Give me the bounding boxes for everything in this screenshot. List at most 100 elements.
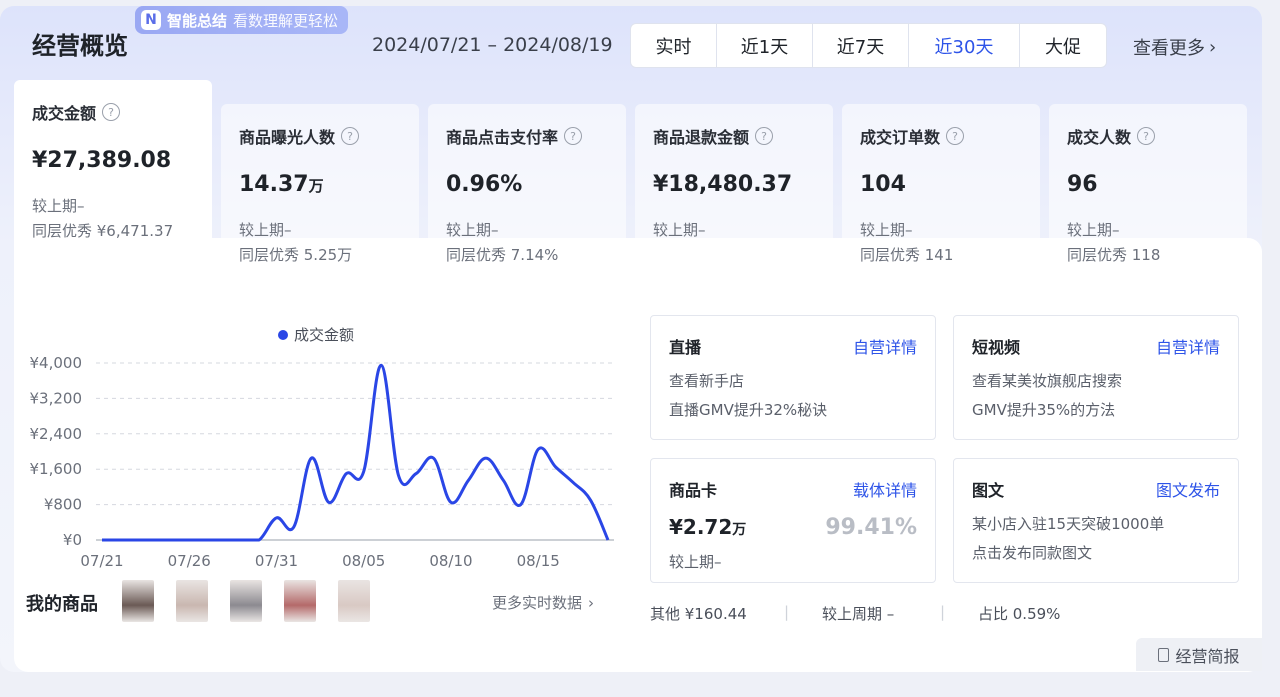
help-icon[interactable]: ? (102, 103, 121, 121)
kpi-compare: 较上期– (446, 221, 499, 239)
tab-1-day[interactable]: 近1天 (717, 24, 813, 67)
kpi-card-refund[interactable]: 商品退款金额? ¥18,480.37 较上期– (635, 104, 833, 274)
kpi-card-orders[interactable]: 成交订单数? 104 较上期– 同层优秀 141 (842, 104, 1040, 274)
kpi-benchmark: 同层优秀 ¥6,471.37 (32, 222, 174, 240)
ai-icon: N (141, 10, 161, 30)
y-tick-label: ¥2,400 (30, 425, 83, 443)
ai-summary-subtitle: 看数理解更轻松 (233, 11, 339, 30)
product-thumbnail[interactable] (176, 580, 208, 622)
card-compare: 较上期– (669, 553, 722, 571)
card-short-video[interactable]: 短视频 自营详情 查看某美妆旗舰店搜索 GMV提升35%的方法 (953, 315, 1239, 440)
x-tick-label: 08/10 (429, 552, 472, 570)
x-tick-label: 07/21 (80, 552, 123, 570)
chevron-right-icon: › (588, 593, 595, 612)
card-line: 查看某美妆旗舰店搜索 (972, 372, 1123, 390)
card-link[interactable]: 载体详情 (853, 477, 917, 501)
kpi-card-gmv[interactable]: 成交金额? ¥27,389.08 较上期– 同层优秀 ¥6,471.37 (14, 80, 212, 274)
kpi-compare: 较上期– (32, 197, 85, 215)
more-realtime-link[interactable]: 更多实时数据 › (492, 592, 594, 613)
help-icon[interactable]: ? (755, 127, 774, 145)
kpi-label: 商品曝光人数 (239, 128, 336, 147)
business-report-label: 经营简报 (1175, 646, 1240, 666)
card-line: 某小店入驻15天突破1000单 (972, 515, 1165, 533)
card-unit: 万 (732, 522, 747, 538)
page-title: 经营概览 (32, 32, 128, 60)
y-tick-label: ¥0 (63, 531, 82, 549)
help-icon[interactable]: ? (1137, 127, 1156, 145)
x-tick-label: 07/31 (255, 552, 298, 570)
see-more-link[interactable]: 查看更多 › (1133, 34, 1216, 60)
range-tabs: 实时 近1天 近7天 近30天 大促 (630, 23, 1107, 68)
other-amount: 其他 ¥160.44 (650, 605, 747, 623)
card-line: 查看新手店 (669, 372, 745, 390)
kpi-compare: 较上期– (653, 221, 706, 239)
card-live[interactable]: 直播 自营详情 查看新手店 直播GMV提升32%秘诀 (650, 315, 936, 440)
kpi-compare: 较上期– (239, 221, 292, 239)
business-report-button[interactable]: 经营简报 (1136, 638, 1262, 671)
tab-promotion[interactable]: 大促 (1020, 24, 1106, 67)
y-tick-label: ¥4,000 (30, 354, 83, 372)
legend-dot-icon (278, 329, 288, 340)
kpi-value: ¥27,389.08 (32, 148, 172, 173)
kpi-value: ¥18,480.37 (653, 172, 793, 197)
product-thumbnail[interactable] (122, 580, 154, 622)
y-tick-label: ¥3,200 (30, 389, 83, 407)
product-thumbnails (122, 580, 370, 622)
kpi-benchmark: 同层优秀 5.25万 (239, 246, 353, 264)
legend-label: 成交金额 (294, 326, 355, 344)
card-product-card[interactable]: 商品卡 载体详情 ¥2.72万 99.41% 较上期– (650, 458, 936, 583)
more-realtime-label: 更多实时数据 (492, 594, 583, 612)
tab-7-days[interactable]: 近7天 (813, 24, 909, 67)
card-line: GMV提升35%的方法 (972, 401, 1116, 419)
kpi-benchmark: 同层优秀 141 (860, 246, 954, 264)
ai-summary-badge[interactable]: N 智能总结 看数理解更轻松 (135, 6, 349, 34)
help-icon[interactable]: ? (564, 127, 583, 145)
series-line-gmv[interactable] (101, 363, 610, 542)
kpi-label: 商品退款金额 (653, 128, 750, 147)
kpi-value: 0.96% (446, 172, 523, 197)
kpi-label: 成交人数 (1067, 128, 1132, 147)
kpi-value: 104 (860, 172, 906, 197)
product-thumbnail[interactable] (230, 580, 262, 622)
kpi-benchmark: 同层优秀 7.14% (446, 246, 559, 264)
kpi-label: 成交订单数 (860, 128, 941, 147)
kpi-card-exposure[interactable]: 商品曝光人数? 14.37万 较上期– 同层优秀 5.25万 (221, 104, 419, 274)
x-tick-label: 07/26 (168, 552, 211, 570)
document-icon (1158, 647, 1170, 662)
kpi-value: 14.37 (239, 172, 309, 197)
chart-legend[interactable]: 成交金额 (278, 324, 354, 345)
card-link[interactable]: 自营详情 (1156, 334, 1220, 358)
kpi-label: 商品点击支付率 (446, 128, 559, 147)
card-line: 点击发布同款图文 (972, 544, 1093, 562)
y-tick-label: ¥800 (44, 496, 82, 514)
kpi-compare: 较上期– (860, 221, 913, 239)
card-graphic[interactable]: 图文 图文发布 某小店入驻15天突破1000单 点击发布同款图文 (953, 458, 1239, 583)
card-percent: 99.41% (825, 515, 917, 540)
kpi-card-buyers[interactable]: 成交人数? 96 较上期– 同层优秀 118 (1049, 104, 1247, 274)
tab-30-days[interactable]: 近30天 (909, 24, 1020, 67)
card-link[interactable]: 图文发布 (1156, 477, 1220, 501)
kpi-unit: 万 (308, 177, 324, 195)
x-tick-label: 08/05 (342, 552, 385, 570)
separator: | (784, 603, 790, 621)
kpi-card-click-pay-rate[interactable]: 商品点击支付率? 0.96% 较上期– 同层优秀 7.14% (428, 104, 626, 274)
other-compare: 较上周期 – (822, 605, 895, 623)
kpi-label: 成交金额 (32, 104, 97, 123)
card-line: 直播GMV提升32%秘诀 (669, 401, 828, 419)
tab-realtime[interactable]: 实时 (631, 24, 717, 67)
gmv-line-chart: ¥0 ¥800 ¥1,600 ¥2,400 ¥3,200 ¥4,000 07/21 07/26… (30, 354, 614, 570)
product-thumbnail[interactable] (284, 580, 316, 622)
separator: | (940, 603, 946, 621)
product-thumbnail[interactable] (338, 580, 370, 622)
help-icon[interactable]: ? (341, 127, 360, 145)
see-more-label: 查看更多 (1133, 38, 1205, 59)
help-icon[interactable]: ? (946, 127, 965, 145)
card-link[interactable]: 自营详情 (853, 334, 917, 358)
chevron-right-icon: › (1209, 36, 1217, 58)
card-value: ¥2.72 (669, 515, 733, 539)
my-products-label: 我的商品 (26, 594, 98, 615)
x-tick-label: 08/15 (517, 552, 560, 570)
date-range: 2024/07/21 – 2024/08/19 (372, 34, 613, 56)
ai-summary-label: 智能总结 (167, 11, 228, 30)
kpi-benchmark: 同层优秀 118 (1067, 246, 1161, 264)
